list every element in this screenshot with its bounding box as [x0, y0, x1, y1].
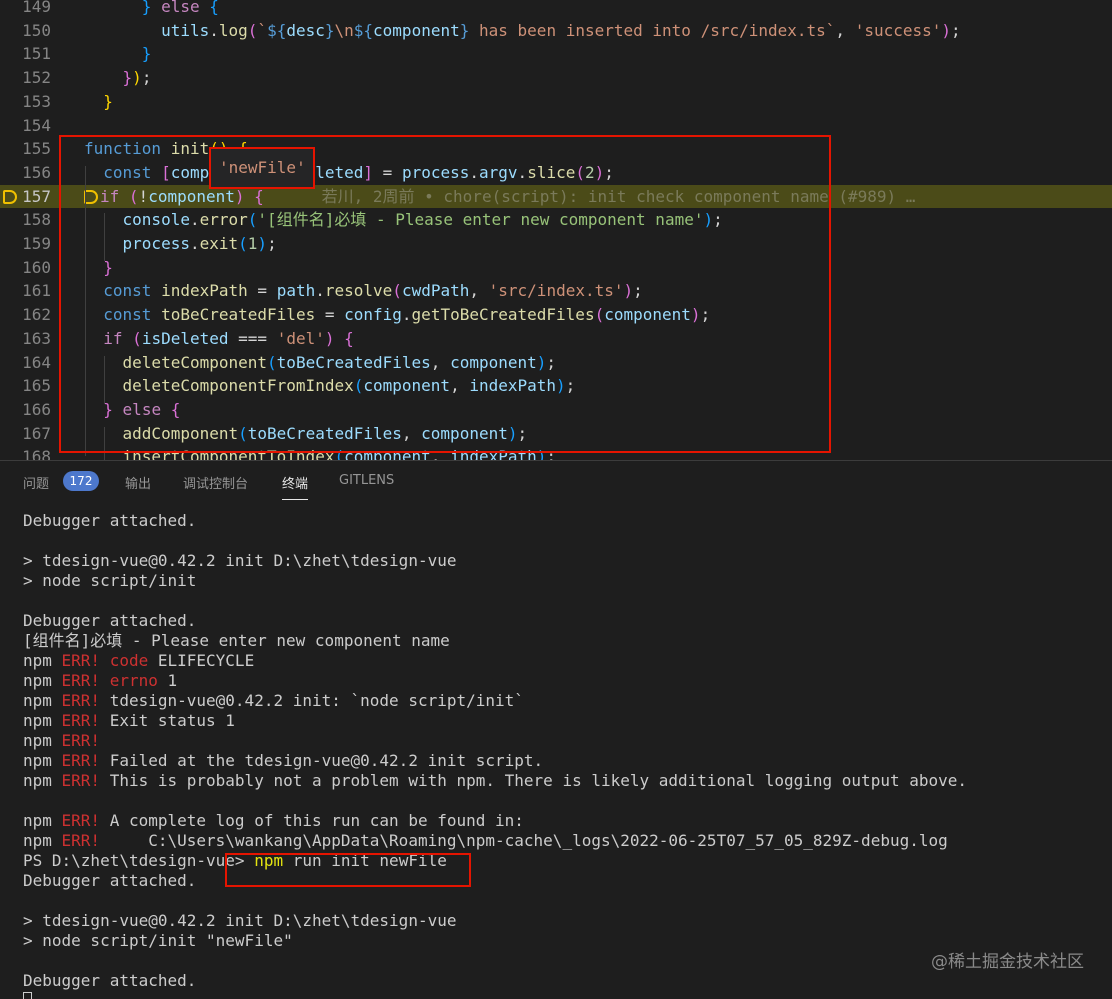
tab-debug-console[interactable]: 调试控制台 [183, 473, 248, 492]
line-number: 159 [22, 234, 51, 253]
code-text: } else { [141, 0, 219, 16]
line-number: 164 [22, 352, 51, 372]
code-text: utils.log(`${desc}\n${component} has bee… [161, 20, 961, 40]
code-text: } [141, 44, 152, 64]
terminal-line: npm ERR! Failed at the tdesign-vue@0.42.… [23, 751, 544, 770]
terminal-line: npm ERR! errno 1 [23, 671, 178, 690]
line-number: 158 [22, 210, 51, 230]
code-editor[interactable]: 149 } else {150 utils.log(`${desc}\n${co… [0, 0, 1112, 460]
terminal-line: npm ERR! tdesign-vue@0.42.2 init: `node … [23, 691, 524, 710]
terminal-line: > node script/init [23, 571, 197, 590]
line-number: 165 [22, 376, 51, 396]
line-number: 166 [22, 399, 51, 419]
terminal-line: > tdesign-vue@0.42.2 init D:\zhet\tdesig… [23, 911, 457, 930]
line-number: 157 [22, 186, 51, 206]
bottom-panel: 问题 172 输出 调试控制台 终端 GITLENS Debugger atta… [0, 460, 1112, 999]
problems-count-badge: 172 [63, 471, 99, 491]
code-line[interactable]: 152 }); [0, 66, 1112, 90]
terminal-line: npm ERR! A complete log of this run can … [23, 811, 524, 830]
line-number: 150 [22, 20, 51, 40]
tab-problems[interactable]: 问题 [23, 473, 49, 492]
terminal-line: [组件名]必填 - Please enter new component nam… [23, 631, 450, 650]
line-number: 153 [22, 91, 51, 111]
terminal-line: npm ERR! code ELIFECYCLE [23, 651, 255, 670]
terminal-line: Debugger attached. [23, 971, 197, 990]
line-number: 156 [22, 162, 51, 182]
code-text: }); [122, 68, 152, 88]
terminal-line: > tdesign-vue@0.42.2 init D:\zhet\tdesig… [23, 551, 457, 570]
terminal-line: Debugger attached. [23, 511, 197, 530]
watermark: @稀土掘金技术社区 [931, 952, 1084, 972]
terminal-line: Debugger attached. [23, 611, 197, 630]
code-line[interactable]: 150 utils.log(`${desc}\n${component} has… [0, 19, 1112, 43]
terminal-line: npm ERR! [23, 731, 101, 750]
terminal-prompt[interactable] [23, 991, 1103, 999]
line-number: 161 [22, 281, 51, 301]
terminal-line: PS D:\zhet\tdesign-vue> npm run init new… [23, 851, 447, 870]
annotation-box-terminal [225, 853, 471, 887]
terminal-cursor [23, 992, 32, 999]
line-number: 163 [22, 328, 51, 348]
line-number: 151 [22, 44, 51, 64]
terminal-line: Debugger attached. [23, 871, 197, 890]
line-number: 168 [22, 447, 51, 460]
code-text: } [103, 91, 113, 111]
terminal-line: npm ERR! C:\Users\wankang\AppData\Roamin… [23, 831, 948, 850]
line-number: 162 [22, 305, 51, 325]
debug-hover-value: 'newFile' [209, 147, 315, 189]
panel-tabs: 问题 172 输出 调试控制台 终端 GITLENS [0, 461, 1112, 505]
line-number: 155 [22, 139, 51, 159]
tab-terminal[interactable]: 终端 [282, 473, 309, 500]
line-number: 152 [22, 68, 51, 88]
code-line[interactable]: 149 } else { [0, 0, 1112, 19]
tab-gitlens[interactable]: GITLENS [339, 473, 394, 488]
line-number: 167 [22, 423, 51, 443]
terminal-line: npm ERR! Exit status 1 [23, 711, 235, 730]
line-number: 154 [22, 115, 51, 135]
code-line[interactable]: 151 } [0, 42, 1112, 66]
code-line[interactable]: 154 [0, 114, 1112, 138]
line-number: 149 [22, 0, 51, 16]
terminal-output[interactable]: Debugger attached. > tdesign-vue@0.42.2 i… [23, 511, 1103, 999]
code-line[interactable]: 153 } [0, 90, 1112, 114]
annotation-box-code [59, 135, 831, 453]
line-number: 160 [22, 257, 51, 277]
terminal-line: npm ERR! This is probably not a problem … [23, 771, 968, 790]
tab-output[interactable]: 输出 [125, 473, 151, 492]
